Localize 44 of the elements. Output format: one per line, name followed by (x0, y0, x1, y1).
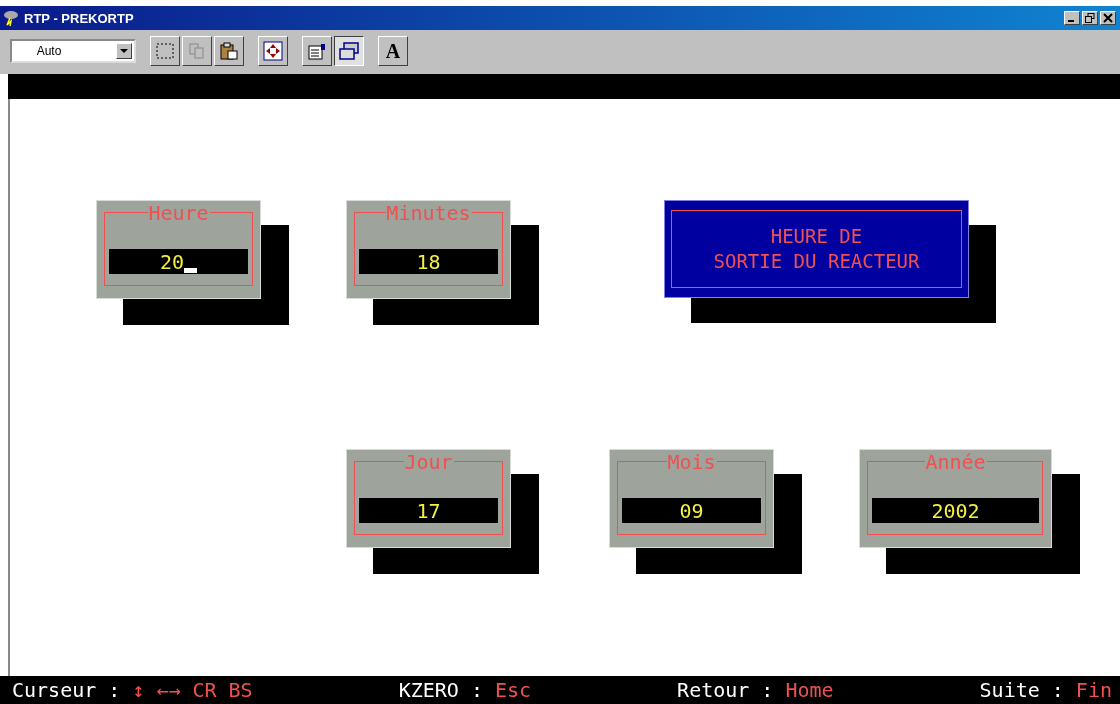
paste-button[interactable] (214, 36, 244, 66)
window-title: RTP - PREKORTP (24, 10, 135, 26)
fullscreen-button[interactable] (258, 36, 288, 66)
key-label: Suite (979, 678, 1040, 702)
four-arrows-icon (263, 41, 283, 61)
colon-text: : (470, 678, 483, 702)
copy-icon (187, 41, 207, 61)
caret-icon (120, 49, 128, 53)
minimize-button[interactable] (1064, 11, 1080, 25)
dashed-rectangle-icon (155, 41, 175, 61)
key-name: Home (785, 678, 834, 702)
windows-icon (338, 41, 360, 61)
colon-text: : (108, 678, 121, 702)
font-button[interactable]: A (378, 36, 408, 66)
document-icon (307, 41, 327, 61)
key-name: Fin (1075, 678, 1112, 702)
storm-cloud-icon (2, 9, 20, 27)
close-button[interactable] (1100, 11, 1116, 25)
zoom-select[interactable]: Auto (10, 39, 136, 63)
properties-button[interactable] (302, 36, 332, 66)
key-label: Retour (677, 678, 750, 702)
key-name: ←→ (156, 678, 181, 702)
colon-text: : (1051, 678, 1064, 702)
close-icon (1103, 13, 1113, 23)
banner-text: HEURE DE (770, 224, 863, 249)
restore-icon (1085, 13, 1095, 23)
input-field[interactable]: 17 (359, 498, 498, 523)
restore-button[interactable] (1082, 11, 1098, 25)
clipboard-icon (219, 41, 239, 61)
input-field[interactable]: 18 (359, 249, 498, 274)
key-name: ↕ (132, 678, 145, 702)
key-label: KZERO (398, 678, 459, 702)
key-name: CR (192, 678, 217, 702)
minimize-icon (1068, 20, 1074, 22)
key-name: BS (228, 678, 253, 702)
input-field[interactable]: 2002 (872, 498, 1039, 523)
colon-text: : (761, 678, 774, 702)
background-button[interactable] (334, 36, 364, 66)
banner-text: SORTIE DU REACTEUR (713, 249, 920, 274)
key-label: Curseur (12, 678, 97, 702)
input-field[interactable]: 09 (622, 498, 761, 523)
select-button[interactable] (150, 36, 180, 66)
key-name: Esc (494, 678, 532, 702)
input-field[interactable]: 20 (109, 249, 248, 274)
